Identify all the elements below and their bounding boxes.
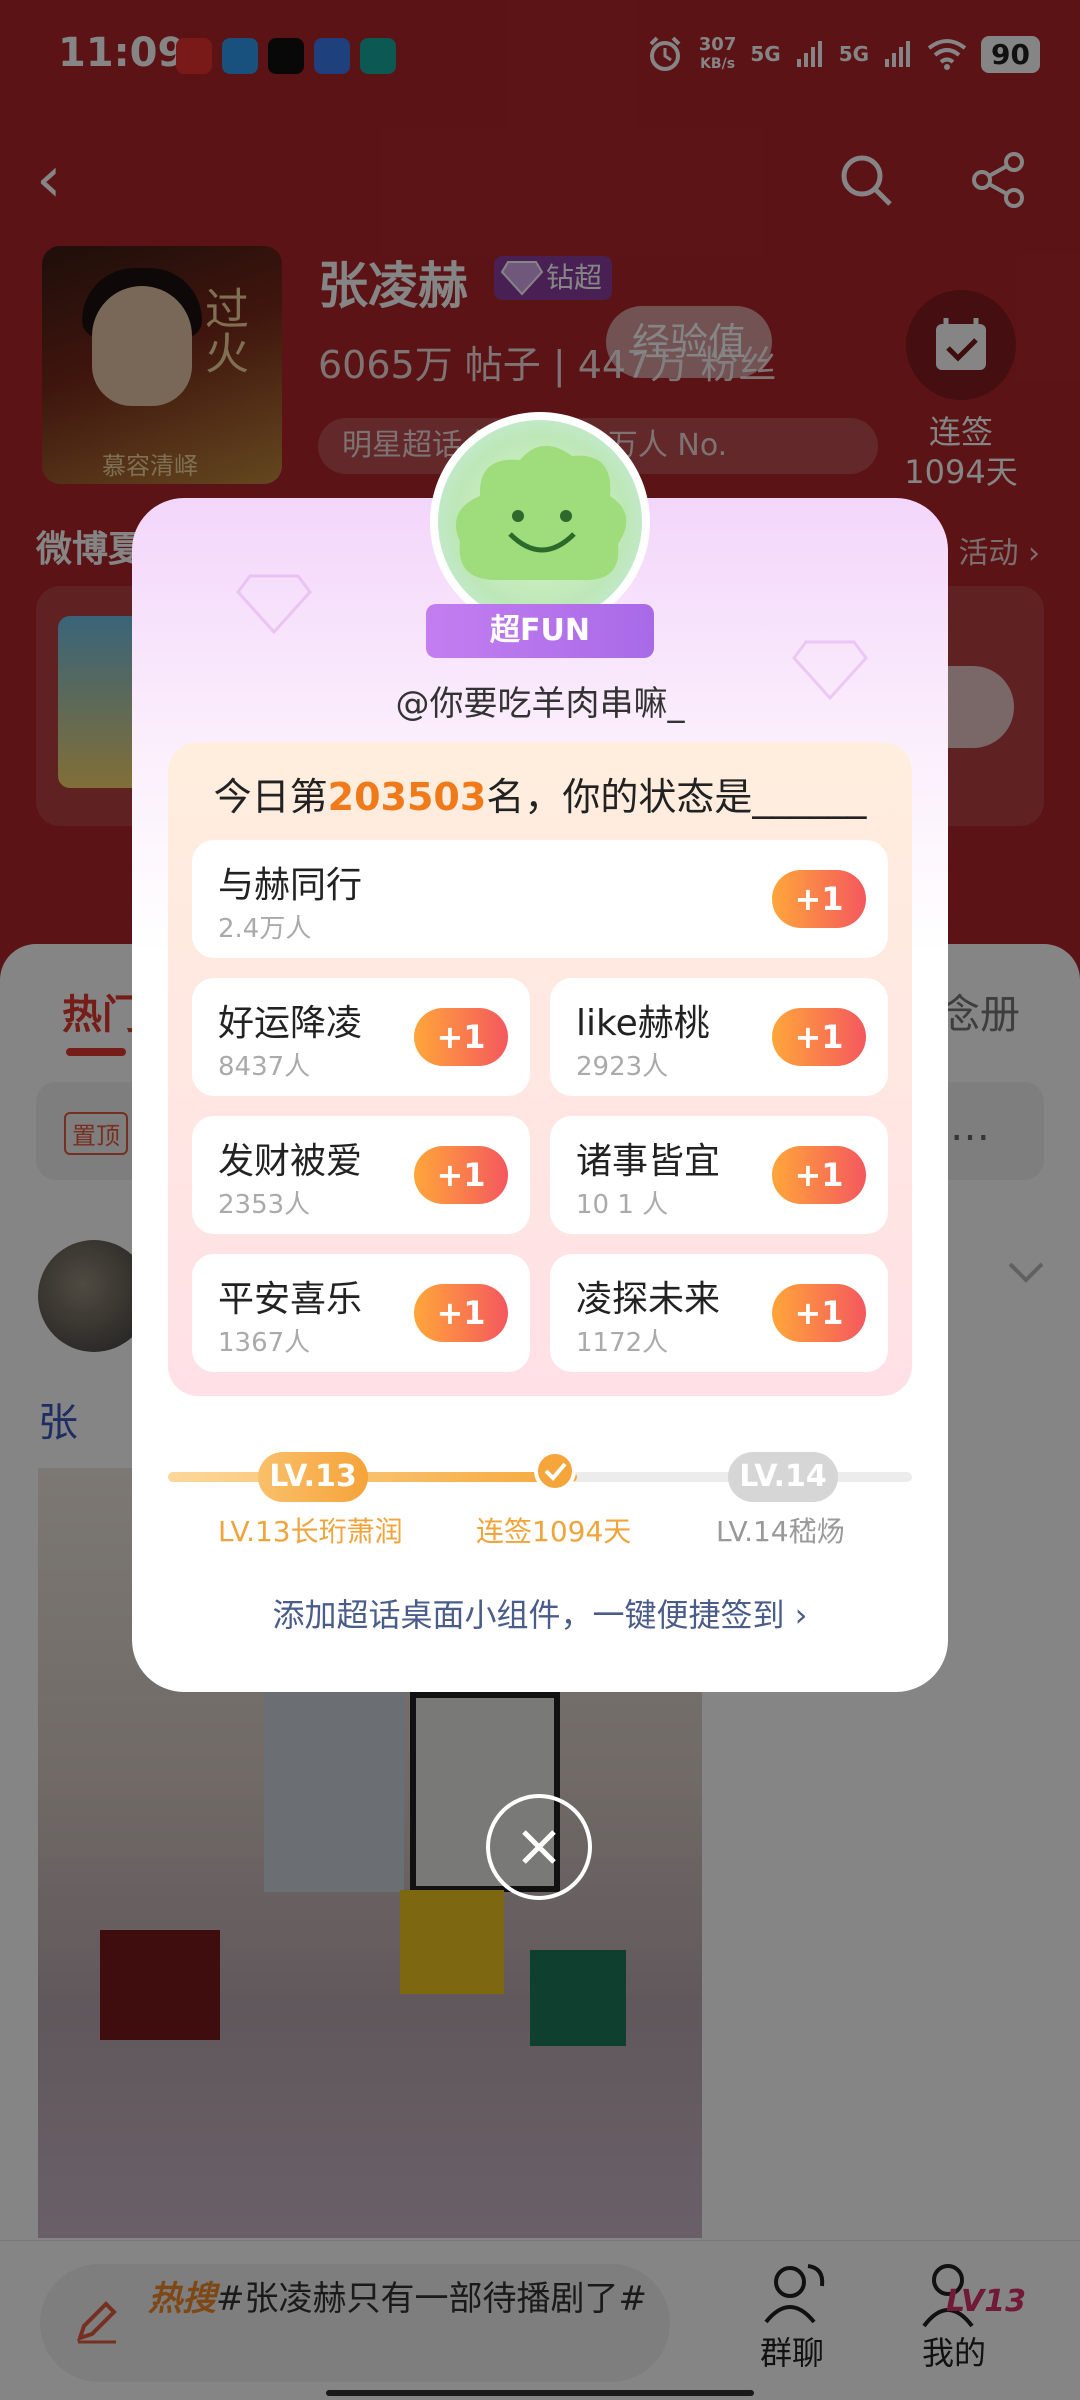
status-option[interactable]: 好运降凌 8437人 +1 [192, 978, 530, 1096]
current-level-name: LV.13长珩萧润 [218, 1515, 403, 1548]
option-count: 10 1 人 [576, 1190, 669, 1220]
plus-one-button[interactable]: +1 [414, 1008, 508, 1066]
next-level-name: LV.14嵇炀 [716, 1515, 845, 1548]
option-count: 1172人 [576, 1328, 669, 1358]
close-icon[interactable] [486, 1794, 592, 1900]
diamond-decoration-icon [236, 574, 312, 634]
status-suffix: 名，你的状态是______ [486, 775, 867, 819]
level-progress-fill [168, 1472, 577, 1482]
current-level-pill: LV.13 [258, 1452, 368, 1502]
checkin-rank: 203503 [327, 775, 487, 819]
option-name: 发财被爱 [218, 1141, 363, 1182]
fun-badge: 超FUN [426, 604, 654, 658]
option-count: 2923人 [576, 1052, 669, 1082]
checkin-streak-label: 连签1094天 [476, 1515, 632, 1548]
option-name: 好运降凌 [218, 1003, 363, 1044]
option-name: 诸事皆宜 [576, 1141, 721, 1182]
option-name: 平安喜乐 [218, 1279, 363, 1320]
status-prefix: 今日第 [213, 775, 328, 819]
status-option[interactable]: 发财被爱 2353人 +1 [192, 1116, 530, 1234]
status-option[interactable]: 诸事皆宜 10 1 人 +1 [550, 1116, 888, 1234]
status-option[interactable]: 与赫同行 2.4万人 +1 [192, 840, 888, 958]
add-widget-link[interactable]: 添加超话桌面小组件，一键便捷签到 › [132, 1590, 948, 1636]
status-option[interactable]: 凌探未来 1172人 +1 [550, 1254, 888, 1372]
option-count: 8437人 [218, 1052, 311, 1082]
plus-one-button[interactable]: +1 [772, 870, 866, 928]
option-name: like赫桃 [576, 1003, 710, 1044]
status-option[interactable]: 平安喜乐 1367人 +1 [192, 1254, 530, 1372]
option-count: 2353人 [218, 1190, 311, 1220]
option-name: 凌探未来 [576, 1279, 721, 1320]
plus-one-button[interactable]: +1 [772, 1146, 866, 1204]
status-option[interactable]: like赫桃 2923人 +1 [550, 978, 888, 1096]
option-count: 2.4万人 [218, 914, 312, 944]
check-circle-icon [534, 1450, 576, 1492]
next-level-pill: LV.14 [728, 1452, 838, 1502]
plus-one-button[interactable]: +1 [414, 1284, 508, 1342]
username: @你要吃羊肉串嘛_ [395, 684, 685, 724]
plus-one-button[interactable]: +1 [772, 1284, 866, 1342]
plus-one-button[interactable]: +1 [414, 1146, 508, 1204]
option-name: 与赫同行 [218, 865, 363, 906]
status-question: 今日第203503名，你的状态是______ [168, 766, 912, 821]
option-count: 1367人 [218, 1328, 311, 1358]
smiling-cloud-icon [455, 445, 627, 581]
plus-one-button[interactable]: +1 [772, 1008, 866, 1066]
